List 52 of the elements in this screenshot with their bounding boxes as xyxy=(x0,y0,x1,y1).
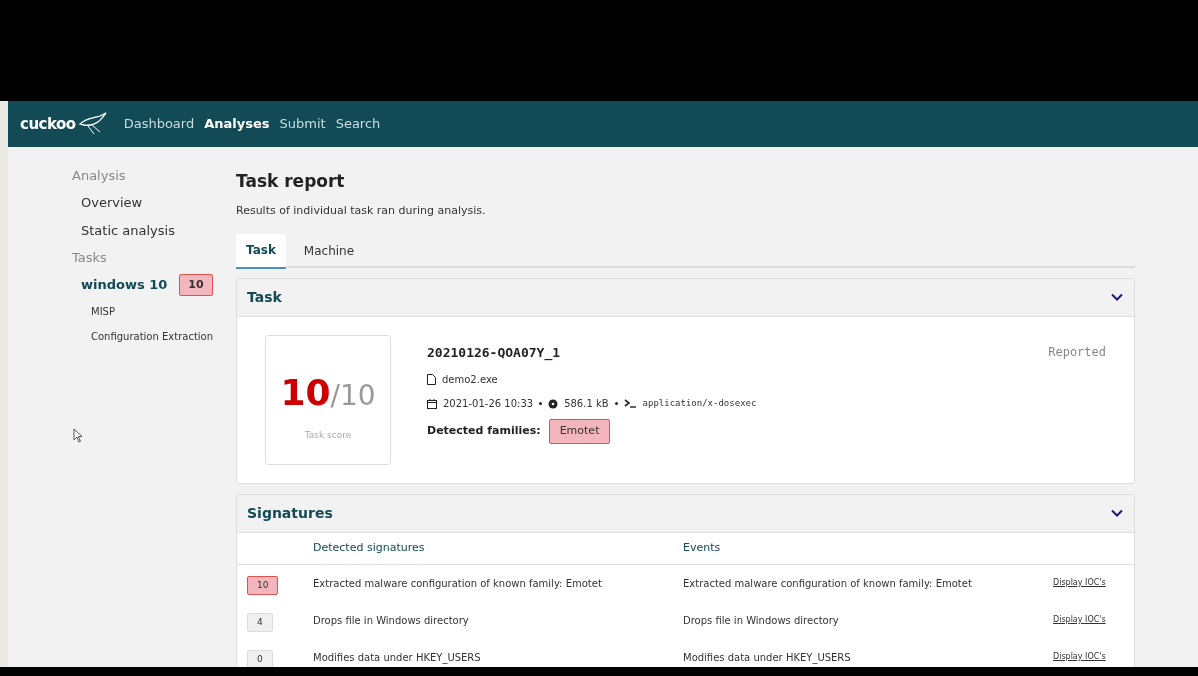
family-tag: Emotet xyxy=(548,419,611,444)
score-badge: 0 xyxy=(247,649,273,667)
nav-link[interactable]: Search xyxy=(335,114,381,134)
score-badge: 10 xyxy=(179,273,213,297)
table-cell-text: Extracted malware configuration of known family: Emotet xyxy=(683,576,973,591)
nav-link[interactable]: Dashboard xyxy=(123,114,195,134)
table-cell-text: Extracted malware configuration of known family: Emotet xyxy=(313,576,603,591)
file-name: demo2.exe xyxy=(442,373,498,387)
terminal-icon xyxy=(623,399,637,408)
sidebar-item[interactable]: Static analysis xyxy=(81,221,175,241)
section-heading: Tasks xyxy=(72,249,108,268)
sidebar-item[interactable]: windows 10 xyxy=(81,275,168,295)
task-score: 10 xyxy=(280,374,331,411)
table-cell-text: Drops file in Windows directory xyxy=(313,613,470,628)
column-header: Detected signatures xyxy=(313,539,426,556)
task-id: 20210126-QOA07Y_1 xyxy=(427,343,562,362)
disc-icon xyxy=(548,398,559,409)
sidebar-subitem[interactable]: MISP xyxy=(72,299,236,324)
panel-title: Signatures xyxy=(247,503,333,523)
score-badge: 10 xyxy=(247,575,279,596)
date-text: 2021-01-26 10:33 xyxy=(443,397,534,411)
cursor-icon xyxy=(73,428,83,443)
column-header: Events xyxy=(683,539,721,556)
file-icon xyxy=(427,374,436,385)
section-heading: Analysis xyxy=(72,167,127,186)
bird-icon xyxy=(77,112,108,136)
display-iocs-link[interactable]: Display IOC's xyxy=(1053,614,1106,626)
table-cell-text: Modifies data under HKEY_USERS xyxy=(313,650,482,665)
sidebar-item[interactable]: Overview xyxy=(81,193,143,213)
panel-header[interactable]: Task xyxy=(237,278,1134,317)
status-text: Reported xyxy=(1048,343,1106,361)
score-badge: 4 xyxy=(247,612,273,633)
score-label: Task score xyxy=(304,428,352,442)
score-max: /10 xyxy=(330,381,376,410)
page-subtitle: Results of individual task ran during analysis. xyxy=(236,203,487,219)
nav-link[interactable]: Submit xyxy=(279,114,326,134)
families-label: Detected families: xyxy=(427,423,541,439)
sidebar-subitem[interactable]: Configuration Extraction xyxy=(72,324,236,349)
panel-header[interactable]: Signatures xyxy=(237,494,1134,533)
table-cell-text: Modifies data under HKEY_USERS xyxy=(683,650,852,665)
tab[interactable]: Task xyxy=(236,233,286,269)
calendar-icon xyxy=(427,398,437,409)
tab[interactable]: Machine xyxy=(293,233,365,269)
file-type: application/x-dosexec xyxy=(642,396,757,410)
nav-link[interactable]: Analyses xyxy=(204,114,270,134)
display-iocs-link[interactable]: Display IOC's xyxy=(1053,577,1106,589)
page-title: Task report xyxy=(236,170,346,193)
table-cell-text: Drops file in Windows directory xyxy=(683,613,840,628)
display-iocs-link[interactable]: Display IOC's xyxy=(1053,651,1106,663)
file-size: 586.1 kB xyxy=(564,397,609,411)
logo-text[interactable]: cuckoo xyxy=(20,112,76,136)
panel-title: Task xyxy=(247,287,282,307)
